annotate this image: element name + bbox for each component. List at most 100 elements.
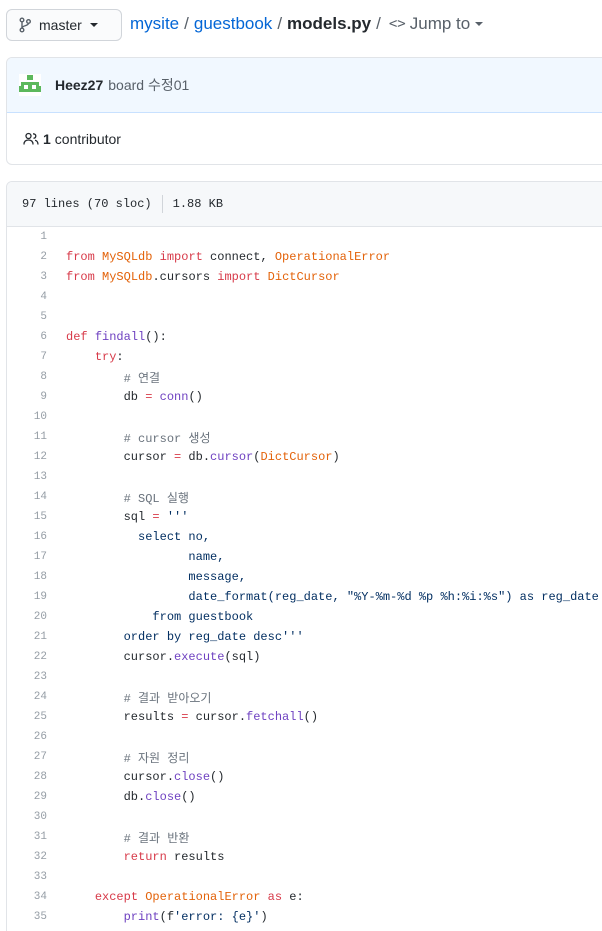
code-token: from guestbook — [66, 610, 254, 624]
code-token: () — [181, 790, 196, 804]
code-line: 30 — [7, 807, 602, 827]
code-token: message, — [66, 570, 247, 584]
code-line: 33 — [7, 867, 602, 887]
breadcrumb-folder-link[interactable]: guestbook — [194, 14, 272, 34]
code-token: try — [94, 350, 117, 364]
code-token: e: — [289, 890, 304, 904]
line-number[interactable]: 32 — [7, 851, 47, 863]
line-number[interactable]: 23 — [7, 671, 47, 683]
code-line: 2 from MySQLdb import connect, Operationa… — [7, 247, 602, 267]
line-number[interactable]: 8 — [7, 371, 47, 383]
line-content: # 연결 — [47, 369, 160, 386]
line-number[interactable]: 26 — [7, 731, 47, 743]
code-token: # 연결 — [123, 371, 161, 386]
line-number[interactable]: 13 — [7, 471, 47, 483]
code-line: 5 — [7, 307, 602, 327]
line-number[interactable]: 7 — [7, 351, 47, 363]
line-number[interactable]: 9 — [7, 391, 47, 403]
code-token: cursor. — [66, 650, 175, 664]
code-token: print — [123, 910, 160, 924]
line-number[interactable]: 27 — [7, 751, 47, 763]
line-number[interactable]: 29 — [7, 791, 47, 803]
people-icon — [23, 132, 39, 145]
line-content: cursor.close() — [47, 770, 225, 784]
contributors-row[interactable]: 1 contributor — [7, 113, 602, 164]
line-number[interactable]: 22 — [7, 651, 47, 663]
line-number[interactable]: 17 — [7, 551, 47, 563]
line-content: date_format(reg_date, "%Y-%m-%d %p %h:%i… — [47, 590, 598, 604]
breadcrumb-separator: / — [184, 14, 189, 33]
line-number[interactable]: 28 — [7, 771, 47, 783]
latest-commit-row: Heez27 board 수정01 — [7, 58, 602, 113]
branch-name: master — [39, 17, 82, 33]
commit-author-link[interactable]: Heez27 — [55, 77, 103, 93]
code-line: 11 # cursor 생성 — [7, 427, 602, 447]
line-number[interactable]: 14 — [7, 491, 47, 503]
code-line: 21 order by reg_date desc''' — [7, 627, 602, 647]
code-token: conn — [159, 390, 189, 404]
contributor-label: contributor — [54, 131, 121, 147]
line-number[interactable]: 10 — [7, 411, 47, 423]
code-line: 1 — [7, 227, 602, 247]
commit-message-link[interactable]: board 수정01 — [108, 75, 189, 95]
code-token: = — [152, 510, 160, 524]
code-token: .cursors — [152, 270, 218, 284]
line-number[interactable]: 18 — [7, 571, 47, 583]
line-content: print(f'error: {e}') — [47, 910, 268, 924]
line-number[interactable]: 6 — [7, 331, 47, 343]
line-content: message, — [47, 570, 246, 584]
line-number[interactable]: 5 — [7, 311, 47, 323]
line-number[interactable]: 1 — [7, 231, 47, 243]
line-content: from guestbook — [47, 610, 253, 624]
code-token: except — [94, 890, 146, 904]
code-token: : — [116, 350, 124, 364]
code-token: (f — [159, 910, 175, 924]
line-number[interactable]: 30 — [7, 811, 47, 823]
code-line: 23 — [7, 667, 602, 687]
code-token: # cursor 생성 — [123, 431, 211, 446]
code-token: import — [152, 250, 211, 264]
line-number[interactable]: 35 — [7, 911, 47, 923]
line-number[interactable]: 31 — [7, 831, 47, 843]
contributor-count: 1 — [43, 131, 51, 147]
git-branch-icon — [19, 17, 31, 33]
line-content: db.close() — [47, 790, 196, 804]
line-number[interactable]: 12 — [7, 451, 47, 463]
code-token: 'error: {e}' — [174, 910, 261, 924]
file-navigation: master mysite / guestbook / models.py / … — [0, 0, 602, 52]
line-number[interactable]: 21 — [7, 631, 47, 643]
branch-selector-button[interactable]: master — [6, 9, 122, 41]
file-size: 1.88 KB — [172, 197, 224, 211]
line-number[interactable]: 19 — [7, 591, 47, 603]
line-number[interactable]: 34 — [7, 891, 47, 903]
line-number[interactable]: 20 — [7, 611, 47, 623]
breadcrumb-file-name: models.py — [287, 14, 372, 33]
line-content: except OperationalError as e: — [47, 890, 304, 904]
jump-to-label: Jump to — [409, 14, 471, 33]
line-number[interactable]: 3 — [7, 271, 47, 283]
line-number[interactable]: 16 — [7, 531, 47, 543]
code-line: 24 # 결과 받아오기 — [7, 687, 602, 707]
line-number[interactable]: 15 — [7, 511, 47, 523]
line-number[interactable]: 4 — [7, 291, 47, 303]
line-number[interactable]: 25 — [7, 711, 47, 723]
code-token: ) — [332, 450, 340, 464]
line-number[interactable]: 24 — [7, 691, 47, 703]
line-number[interactable]: 33 — [7, 871, 47, 883]
code-listing: 1 2 from MySQLdb import connect, Operation… — [7, 227, 602, 927]
line-number[interactable]: 2 — [7, 251, 47, 263]
breadcrumb-repo-link[interactable]: mysite — [130, 14, 179, 34]
avatar[interactable] — [19, 74, 41, 96]
line-number[interactable]: 11 — [7, 431, 47, 443]
jump-to-dropdown[interactable]: <> Jump to — [389, 14, 484, 34]
code-line: 26 — [7, 727, 602, 747]
line-content: db = conn() — [47, 390, 203, 404]
chevron-down-icon — [89, 23, 98, 27]
code-line: 19 date_format(reg_date, "%Y-%m-%d %p %h… — [7, 587, 602, 607]
code-token: OperationalError — [145, 890, 261, 904]
code-line: 4 — [7, 287, 602, 307]
code-line: 29 db.close() — [7, 787, 602, 807]
line-content: # 결과 반환 — [47, 829, 190, 846]
code-token: cursor. — [188, 710, 247, 724]
